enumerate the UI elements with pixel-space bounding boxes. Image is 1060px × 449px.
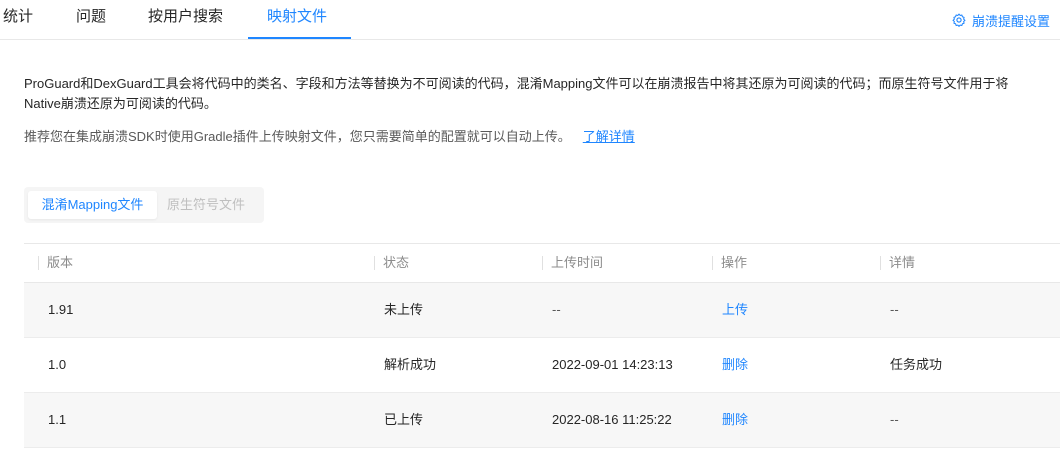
cell-status: 解析成功 xyxy=(384,357,437,372)
segment-mapping-file[interactable]: 混淆Mapping文件 xyxy=(28,191,157,219)
cell-upload-time: -- xyxy=(552,302,561,317)
table-row: 1.91 未上传 -- 上传 -- xyxy=(24,283,1060,338)
column-header-status: 状态 xyxy=(374,244,409,282)
tab-mapping-files[interactable]: 映射文件 xyxy=(267,0,327,39)
column-header-action: 操作 xyxy=(712,244,747,282)
settings-link-label: 崩溃提醒设置 xyxy=(971,13,1050,29)
column-header-version: 版本 xyxy=(38,244,73,282)
active-tab-indicator xyxy=(248,37,351,39)
top-tab-bar: 统计 问题 按用户搜索 映射文件 崩溃提醒设置 xyxy=(0,0,1060,40)
tab-issues[interactable]: 问题 xyxy=(76,0,106,39)
description-text: ProGuard和DexGuard工具会将代码中的类名、字段和方法等替换为不可阅… xyxy=(24,76,1009,111)
cell-upload-time: 2022-09-01 14:23:13 xyxy=(552,357,673,372)
table-header: 版本 状态 上传时间 操作 详情 xyxy=(24,243,1060,283)
cell-status: 已上传 xyxy=(384,412,424,427)
cell-upload-time: 2022-08-16 11:25:22 xyxy=(552,412,672,427)
table-row: 1.1 已上传 2022-08-16 11:25:22 删除 -- xyxy=(24,393,1060,448)
column-header-detail: 详情 xyxy=(880,244,915,282)
learn-more-link[interactable]: 了解详情 xyxy=(583,129,635,144)
delete-button[interactable]: 删除 xyxy=(722,338,748,392)
upload-tip-text: 推荐您在集成崩溃SDK时使用Gradle插件上传映射文件，您只需要简单的配置就可… xyxy=(24,129,571,144)
cell-detail: -- xyxy=(890,412,899,427)
cell-version: 1.91 xyxy=(48,302,74,317)
tab-search-by-user[interactable]: 按用户搜索 xyxy=(148,0,223,39)
upload-button[interactable]: 上传 xyxy=(722,283,748,337)
tab-statistics[interactable]: 统计 xyxy=(3,0,33,39)
segment-native-symbol-file[interactable]: 原生符号文件 xyxy=(167,191,245,219)
delete-button[interactable]: 删除 xyxy=(722,393,748,447)
cell-version: 1.1 xyxy=(48,412,67,427)
cell-detail: 任务成功 xyxy=(890,357,943,372)
cell-status: 未上传 xyxy=(384,302,424,317)
table-row: 1.0 解析成功 2022-09-01 14:23:13 删除 任务成功 xyxy=(24,338,1060,393)
file-type-segment: 混淆Mapping文件 原生符号文件 xyxy=(24,187,264,223)
upload-tip: 推荐您在集成崩溃SDK时使用Gradle插件上传映射文件，您只需要简单的配置就可… xyxy=(24,127,635,147)
cell-detail: -- xyxy=(890,302,899,317)
mapping-files-table: 版本 状态 上传时间 操作 详情 1.91 未上传 -- 上传 -- 1.0 解… xyxy=(24,243,1060,448)
gear-icon xyxy=(952,13,966,27)
cell-version: 1.0 xyxy=(48,357,67,372)
crash-alert-settings-link[interactable]: 崩溃提醒设置 xyxy=(952,10,1050,30)
column-header-upload-time: 上传时间 xyxy=(542,244,603,282)
